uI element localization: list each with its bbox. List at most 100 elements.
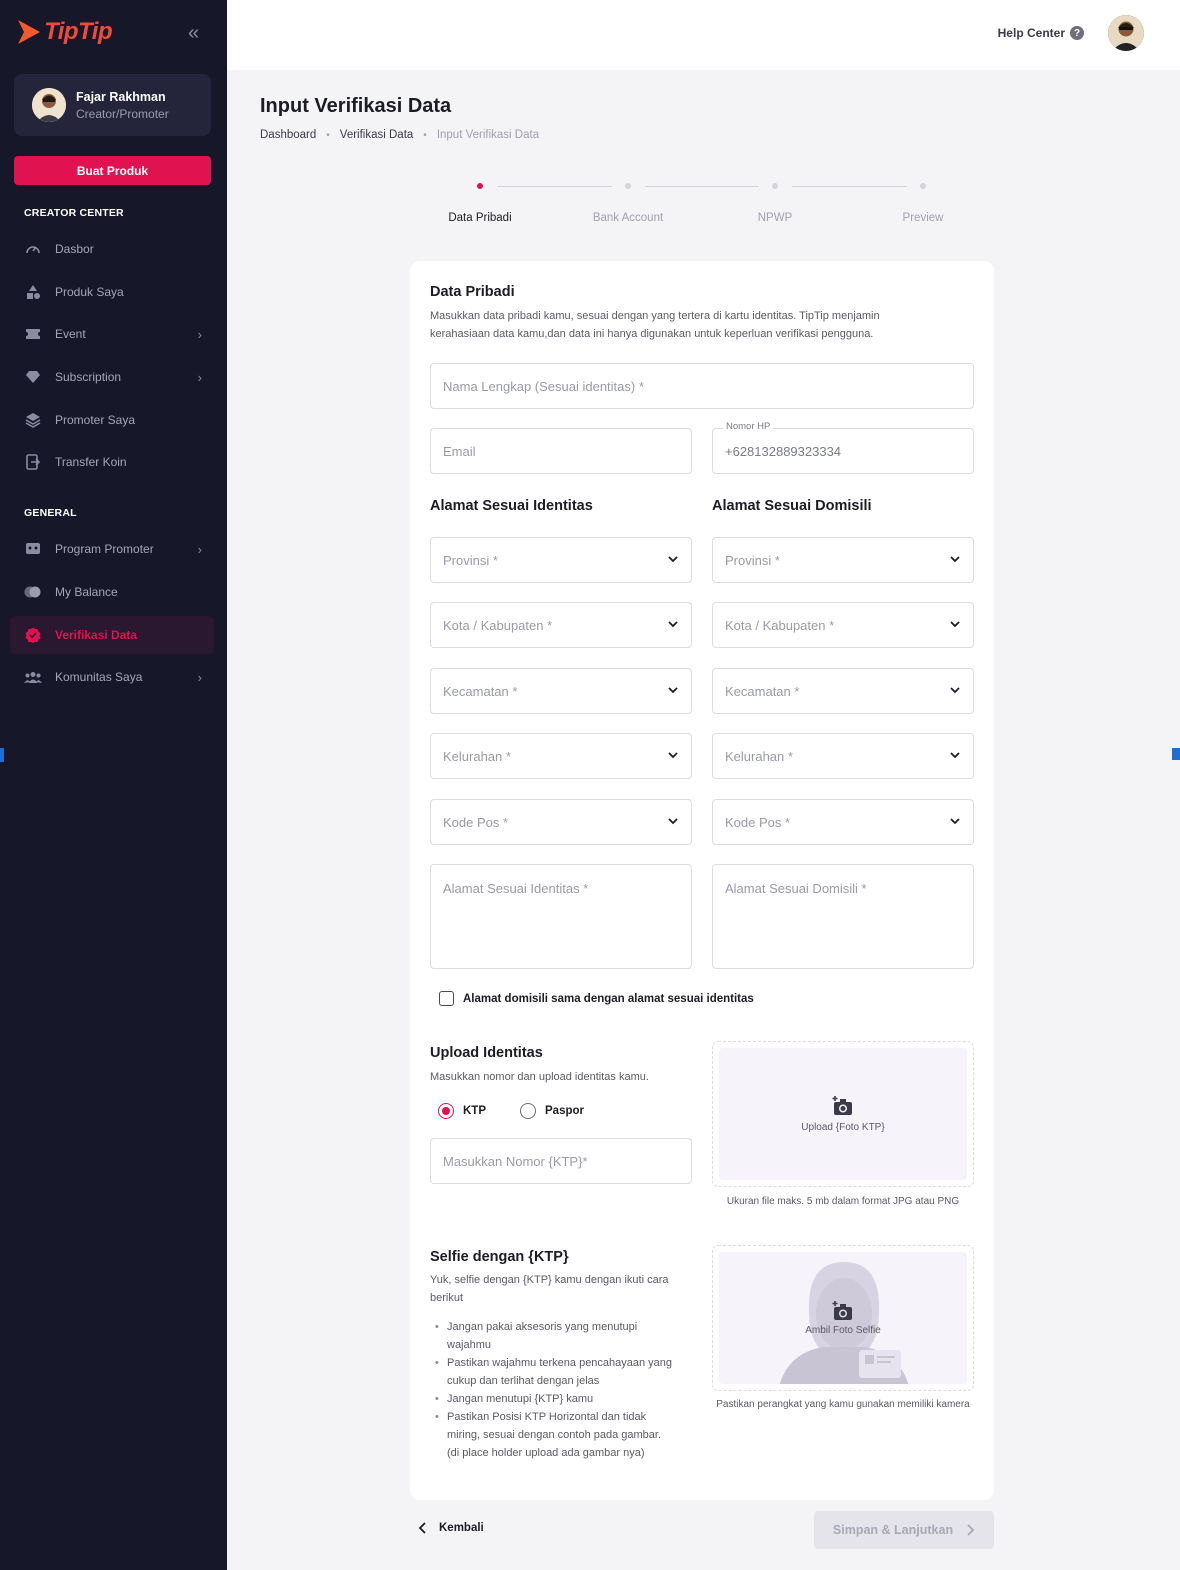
id-province-select[interactable]: Provinsi *	[430, 537, 692, 583]
collapse-sidebar-icon[interactable]: «	[188, 22, 199, 45]
id-number-input[interactable]: Masukkan Nomor {KTP}*	[430, 1138, 692, 1184]
sidebar-item-label: Transfer Koin	[55, 455, 127, 469]
user-role: Creator/Promoter	[76, 106, 169, 121]
sidebar-item-verifikasi-data[interactable]: Verifikasi Data	[10, 616, 214, 654]
speedometer-icon	[24, 240, 42, 258]
radio-paspor-option[interactable]: Paspor	[520, 1103, 584, 1119]
chevron-right-icon: ›	[197, 326, 202, 342]
selfie-dropzone[interactable]: Ambil Foto Selfie	[712, 1245, 974, 1391]
id-district-select[interactable]: Kecamatan *	[430, 668, 692, 714]
avatar[interactable]	[1108, 15, 1144, 51]
same-address-checkbox-row[interactable]: Alamat domisili sama dengan alamat sesua…	[439, 991, 754, 1006]
radio-paspor[interactable]	[520, 1103, 536, 1119]
chevron-down-icon	[950, 556, 960, 563]
select-value: Provinsi *	[443, 552, 498, 568]
step-connector	[792, 186, 907, 187]
verified-badge-icon	[24, 626, 42, 644]
select-value: Kelurahan *	[443, 748, 511, 764]
stepper: Data Pribadi Bank Account NPWP Preview	[440, 178, 960, 228]
step-label-npwp[interactable]: NPWP	[715, 212, 835, 224]
dom-subdistrict-select[interactable]: Kelurahan *	[712, 733, 974, 779]
section-description: Masukkan data pribadi kamu, sesuai denga…	[430, 310, 880, 322]
dom-address-textarea[interactable]: Alamat Sesuai Domisili *	[712, 864, 974, 969]
help-center-link[interactable]: Help Center ?	[998, 26, 1084, 40]
list-item: Pastikan Posisi KTP Horizontal dan tidak…	[435, 1408, 695, 1462]
radio-ktp-option[interactable]: KTP	[438, 1103, 486, 1119]
chevron-right-icon: ›	[197, 541, 202, 557]
sidebar-item-label: Program Promoter	[55, 542, 154, 556]
section-general: GENERAL	[24, 507, 77, 519]
radio-ktp[interactable]	[438, 1103, 454, 1119]
sidebar-item-program-promoter[interactable]: Program Promoter ›	[10, 530, 214, 568]
tiptip-logo[interactable]: TipTip	[16, 18, 113, 46]
chevron-down-icon	[950, 818, 960, 825]
user-profile-card[interactable]: Fajar Rakhman Creator/Promoter	[14, 74, 211, 136]
selfie-desc: berikut	[430, 1292, 464, 1304]
save-continue-button[interactable]: Simpan & Lanjutkan	[814, 1511, 994, 1549]
step-label-data-pribadi[interactable]: Data Pribadi	[420, 212, 540, 224]
upload-id-dropzone[interactable]: Upload {Foto KTP}	[712, 1041, 974, 1187]
section-title-data-pribadi: Data Pribadi	[430, 284, 515, 300]
select-value: Kode Pos *	[725, 814, 791, 830]
id-address-title: Alamat Sesuai Identitas	[430, 498, 593, 514]
chevron-right-icon: ›	[197, 369, 202, 385]
selfie-note: Pastikan perangkat yang kamu gunakan mem…	[716, 1399, 970, 1410]
chevron-down-icon	[668, 556, 678, 563]
id-postal-select[interactable]: Kode Pos *	[430, 799, 692, 845]
chevron-down-icon	[950, 687, 960, 694]
sidebar-item-transfer-koin[interactable]: Transfer Koin	[10, 443, 214, 481]
chevron-down-icon	[668, 818, 678, 825]
dom-city-select[interactable]: Kota / Kabupaten *	[712, 602, 974, 648]
ticket-icon	[24, 325, 42, 343]
step-dot-data-pribadi	[477, 183, 483, 189]
select-value: Kode Pos *	[443, 814, 509, 830]
sidebar-item-subscription[interactable]: Subscription ›	[10, 358, 214, 396]
dom-postal-select[interactable]: Kode Pos *	[712, 799, 974, 845]
select-value: Kota / Kabupaten *	[443, 617, 553, 633]
sidebar-item-label: Verifikasi Data	[55, 628, 138, 642]
step-label-bank-account[interactable]: Bank Account	[568, 212, 688, 224]
same-address-checkbox[interactable]	[439, 991, 454, 1006]
id-subdistrict-select[interactable]: Kelurahan *	[430, 733, 692, 779]
step-dot-preview	[920, 183, 926, 189]
breadcrumb-dashboard[interactable]: Dashboard	[260, 129, 316, 141]
transfer-icon	[24, 453, 42, 471]
breadcrumb-separator: •	[326, 129, 330, 141]
selfie-desc: Yuk, selfie dengan {KTP} kamu dengan iku…	[430, 1274, 669, 1286]
breadcrumb-verifikasi-data[interactable]: Verifikasi Data	[340, 129, 414, 141]
list-item: Jangan menutupi {KTP} kamu	[435, 1390, 695, 1408]
email-input[interactable]: Email	[430, 428, 692, 474]
phone-input[interactable]: +628132889323334	[712, 428, 974, 474]
sidebar-item-event[interactable]: Event ›	[10, 315, 214, 353]
logo-text: TipTip	[44, 18, 113, 45]
sidebar-item-label: Komunitas Saya	[55, 670, 143, 684]
sidebar-item-label: Subscription	[55, 370, 122, 384]
chevron-down-icon	[950, 621, 960, 628]
id-address-textarea[interactable]: Alamat Sesuai Identitas *	[430, 864, 692, 969]
step-label-preview[interactable]: Preview	[863, 212, 983, 224]
sidebar-item-label: Produk Saya	[55, 285, 124, 299]
section-creator-center: CREATOR CENTER	[24, 207, 124, 219]
sidebar-item-promoter-saya[interactable]: Promoter Saya	[10, 401, 214, 439]
sidebar-item-komunitas-saya[interactable]: Komunitas Saya ›	[10, 658, 214, 696]
upload-identity-desc: Masukkan nomor dan upload identitas kamu…	[430, 1071, 649, 1083]
id-city-select[interactable]: Kota / Kabupaten *	[430, 602, 692, 648]
chevron-down-icon	[668, 687, 678, 694]
scroll-marker	[0, 748, 4, 762]
page-title: Input Verifikasi Data	[260, 95, 452, 117]
phone-label: Nomor HP	[723, 421, 774, 432]
dom-district-select[interactable]: Kecamatan *	[712, 668, 974, 714]
sidebar-item-label: Dasbor	[55, 242, 94, 256]
selfie-label: Ambil Foto Selfie	[805, 1324, 881, 1336]
dom-province-select[interactable]: Provinsi *	[712, 537, 974, 583]
sidebar-item-my-balance[interactable]: My Balance	[10, 573, 214, 611]
chevron-right-icon: ›	[197, 669, 202, 685]
radio-ktp-label: KTP	[463, 1105, 486, 1117]
full-name-input[interactable]: Nama Lengkap (Sesuai identitas) *	[430, 363, 974, 409]
sidebar-item-dasbor[interactable]: Dasbor	[10, 230, 214, 268]
create-product-button[interactable]: Buat Produk	[14, 156, 211, 185]
back-button[interactable]: Kembali	[418, 1522, 484, 1534]
avatar	[32, 88, 66, 122]
upload-id-label: Upload {Foto KTP}	[801, 1121, 885, 1133]
sidebar-item-produk-saya[interactable]: Produk Saya	[10, 273, 214, 311]
